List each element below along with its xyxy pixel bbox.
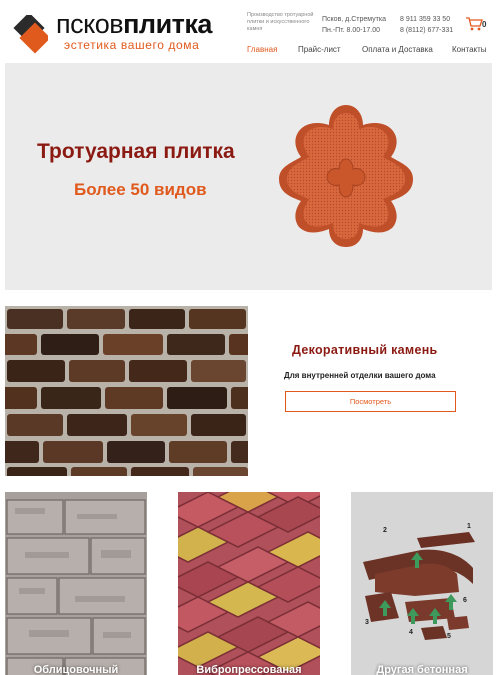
hero-subtitle: Более 50 видов bbox=[74, 180, 207, 199]
card-facing-label: Облицовочный bbox=[33, 664, 119, 675]
company-description: Производство тротуарной плитки и искусст… bbox=[247, 12, 314, 32]
stone-description: Для внутренней отделки вашего дома bbox=[284, 371, 436, 380]
nav-contacts[interactable]: Контакты bbox=[452, 45, 487, 54]
facing-stone-image bbox=[5, 492, 147, 675]
hours-text: Пн.-Пт. 8.00-17.00 bbox=[322, 27, 380, 34]
view-stone-button[interactable]: Посмотреть bbox=[285, 391, 456, 412]
cart-count: 0 bbox=[482, 20, 487, 29]
diagram-label-2: 2 bbox=[383, 527, 387, 534]
card-other-concrete-label: Другая бетонная bbox=[376, 664, 468, 675]
phone-2[interactable]: 8 (8112) 677-331 bbox=[400, 25, 453, 36]
diagram-label-4: 4 bbox=[409, 629, 413, 636]
diagram-label-3: 3 bbox=[365, 619, 369, 626]
site-header: псковплитка эстетика вашего дома Произво… bbox=[0, 0, 500, 63]
hero-banner[interactable]: Тротуарная плитка Более 50 видов bbox=[5, 63, 492, 290]
card-other-concrete[interactable]: 1 2 3 4 5 6 Другая бетонная bbox=[351, 492, 493, 675]
nav-payment-delivery[interactable]: Оплата и Доставка bbox=[362, 45, 433, 54]
diagram-label-5: 5 bbox=[447, 633, 451, 640]
address-text: Псков, д.Стремутка bbox=[322, 16, 386, 23]
basket-icon[interactable] bbox=[465, 16, 483, 32]
diagram-label-6: 6 bbox=[463, 597, 467, 604]
stone-title: Декоративный камень bbox=[292, 343, 438, 357]
logo-title[interactable]: псковплитка bbox=[56, 10, 212, 38]
card-facing[interactable]: Облицовочный bbox=[5, 492, 147, 675]
address-block: Псков, д.Стремутка Пн.-Пт. 8.00-17.00 bbox=[322, 14, 386, 36]
phone-1[interactable]: 8 911 359 33 50 bbox=[400, 14, 453, 25]
vibropressed-tile-image bbox=[178, 492, 320, 675]
hero-title: Тротуарная плитка bbox=[37, 140, 235, 163]
concrete-steps-diagram: 1 2 3 4 5 6 bbox=[351, 492, 493, 675]
logo-subtitle: эстетика вашего дома bbox=[64, 38, 200, 52]
logo-mark-icon[interactable] bbox=[6, 15, 48, 57]
nav-price-list[interactable]: Прайс-лист bbox=[298, 45, 341, 54]
card-vibropressed[interactable]: Вибропрессованая bbox=[178, 492, 320, 675]
card-vibropressed-label: Вибропрессованая bbox=[196, 664, 302, 675]
nav-home[interactable]: Главная bbox=[247, 45, 277, 54]
diagram-label-1: 1 bbox=[467, 523, 471, 530]
paving-tile-image bbox=[279, 105, 413, 247]
phone-block: 8 911 359 33 50 8 (8112) 677-331 bbox=[400, 14, 453, 36]
brick-wall-image bbox=[5, 306, 248, 476]
